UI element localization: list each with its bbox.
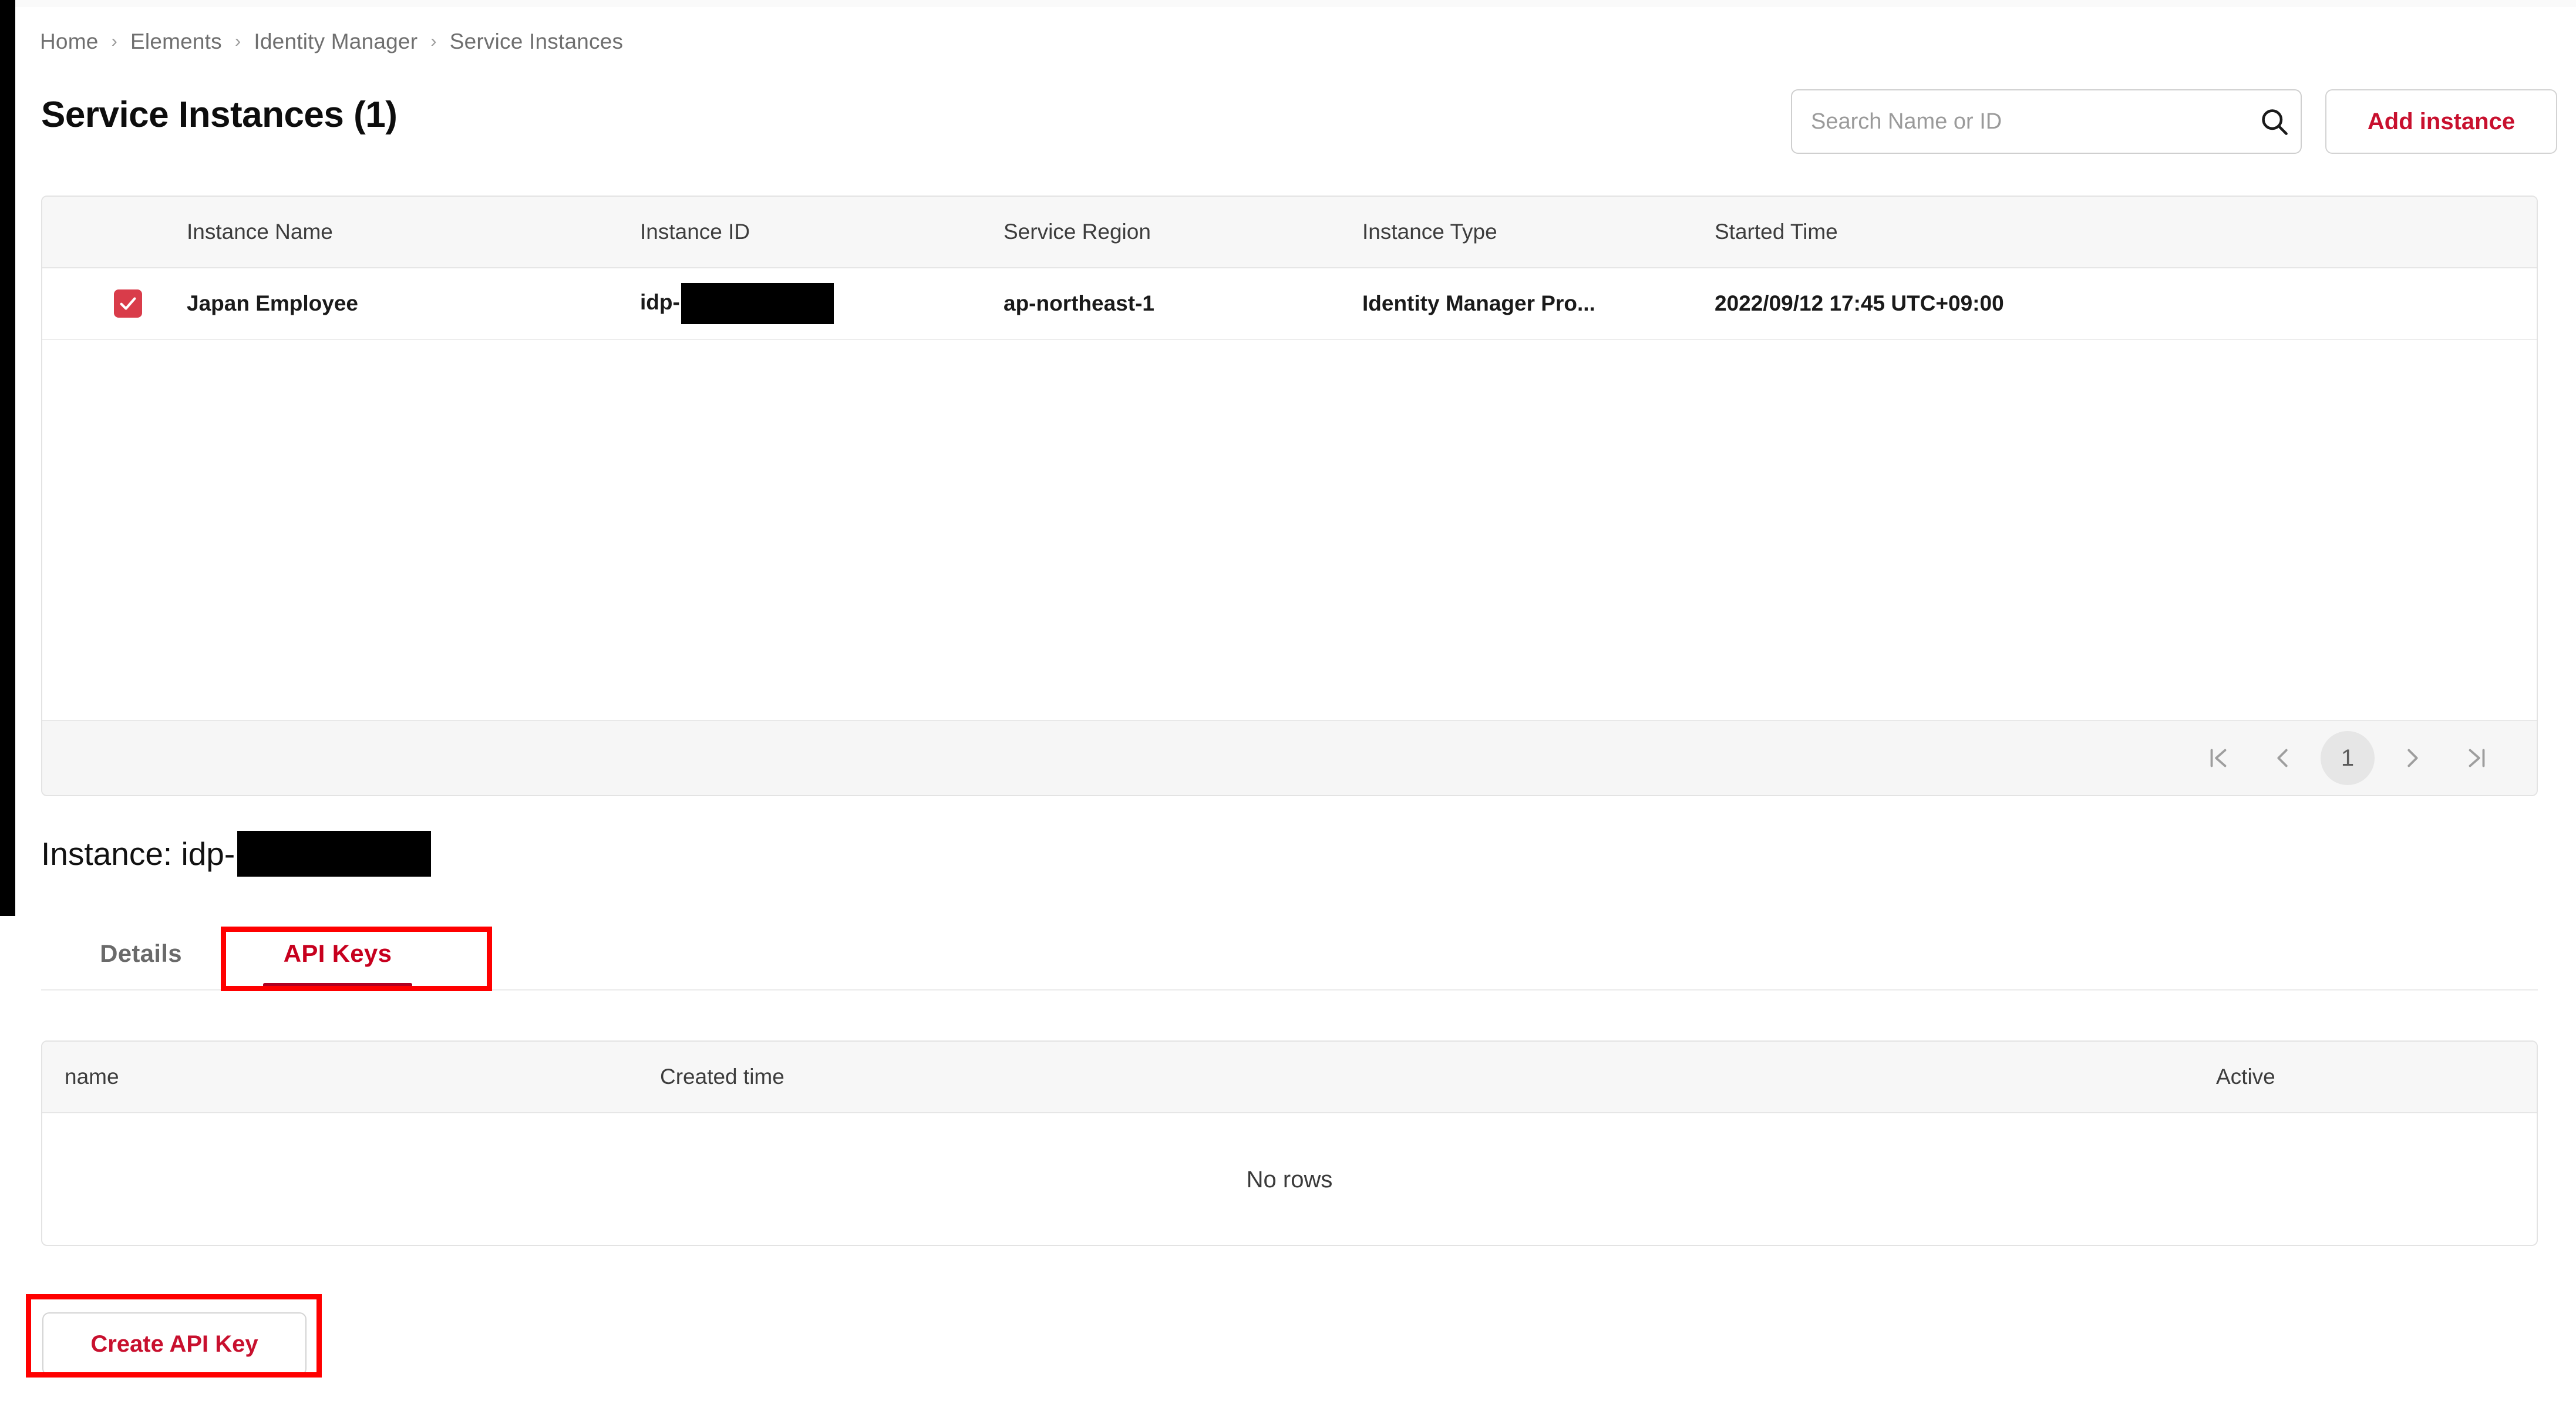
table-header-row: Instance Name Instance ID Service Region… — [42, 197, 2537, 268]
cell-instance-id: idp- — [640, 283, 834, 324]
first-page-icon[interactable] — [2191, 731, 2245, 785]
table-row[interactable]: Japan Employee idp- ap-northeast-1 Ident… — [42, 268, 2537, 340]
last-page-icon[interactable] — [2450, 731, 2504, 785]
add-instance-button[interactable]: Add instance — [2325, 89, 2557, 154]
column-header-started-time[interactable]: Started Time — [1715, 220, 1838, 244]
next-page-icon[interactable] — [2385, 731, 2439, 785]
create-api-key-button[interactable]: Create API Key — [42, 1312, 307, 1376]
search-box[interactable] — [1791, 89, 2302, 154]
row-select-checkbox[interactable] — [114, 289, 142, 318]
cell-started-time: 2022/09/12 17:45 UTC+09:00 — [1715, 291, 2004, 315]
breadcrumb: Home › Elements › Identity Manager › Ser… — [40, 29, 623, 54]
column-header-name[interactable]: name — [65, 1065, 119, 1089]
cell-instance-type: Identity Manager Pro... — [1362, 291, 1595, 315]
cell-instance-name: Japan Employee — [187, 291, 359, 315]
tab-api-keys[interactable]: API Keys — [258, 919, 417, 988]
api-keys-table: name Created time Active No rows — [41, 1040, 2538, 1246]
column-header-active[interactable]: Active — [2216, 1065, 2275, 1089]
left-redaction-bar — [0, 0, 15, 916]
instance-detail-title-redaction — [237, 831, 432, 877]
cell-instance-id-redaction — [681, 283, 834, 324]
column-header-created-time[interactable]: Created time — [660, 1065, 784, 1089]
breadcrumb-separator-icon: › — [111, 31, 118, 51]
previous-page-icon[interactable] — [2256, 731, 2310, 785]
page-root: Home › Elements › Identity Manager › Ser… — [0, 0, 2576, 1401]
search-icon[interactable] — [2248, 106, 2301, 137]
column-header-instance-id[interactable]: Instance ID — [640, 220, 750, 244]
breadcrumb-item-elements[interactable]: Elements — [130, 29, 222, 54]
cell-service-region: ap-northeast-1 — [1004, 291, 1154, 315]
breadcrumb-item-home[interactable]: Home — [40, 29, 99, 54]
page-title: Service Instances (1) — [41, 95, 398, 135]
search-input[interactable] — [1792, 109, 2248, 134]
column-header-instance-name[interactable]: Instance Name — [187, 220, 333, 244]
breadcrumb-separator-icon: › — [430, 31, 437, 51]
tab-details[interactable]: Details — [76, 919, 206, 988]
no-rows-message: No rows — [1246, 1166, 1333, 1193]
column-header-instance-type[interactable]: Instance Type — [1362, 220, 1497, 244]
instance-detail-title: Instance: idp- — [41, 831, 432, 877]
service-instances-table: Instance Name Instance ID Service Region… — [41, 196, 2538, 796]
column-header-service-region[interactable]: Service Region — [1004, 220, 1151, 244]
instance-detail-title-text: Instance: idp- — [41, 836, 235, 872]
breadcrumb-separator-icon: › — [234, 31, 241, 51]
table-empty-space — [42, 340, 2537, 722]
table-pagination: 1 — [42, 720, 2537, 795]
page-number-current[interactable]: 1 — [2321, 731, 2375, 785]
instance-detail-tabs: Details API Keys — [41, 919, 2538, 991]
top-strip — [15, 0, 2576, 7]
cell-instance-id-prefix: idp- — [640, 289, 680, 314]
breadcrumb-item-service-instances[interactable]: Service Instances — [450, 29, 623, 54]
breadcrumb-item-identity-manager[interactable]: Identity Manager — [254, 29, 417, 54]
api-keys-empty-state: No rows — [42, 1113, 2537, 1245]
api-keys-header-row: name Created time Active — [42, 1042, 2537, 1113]
